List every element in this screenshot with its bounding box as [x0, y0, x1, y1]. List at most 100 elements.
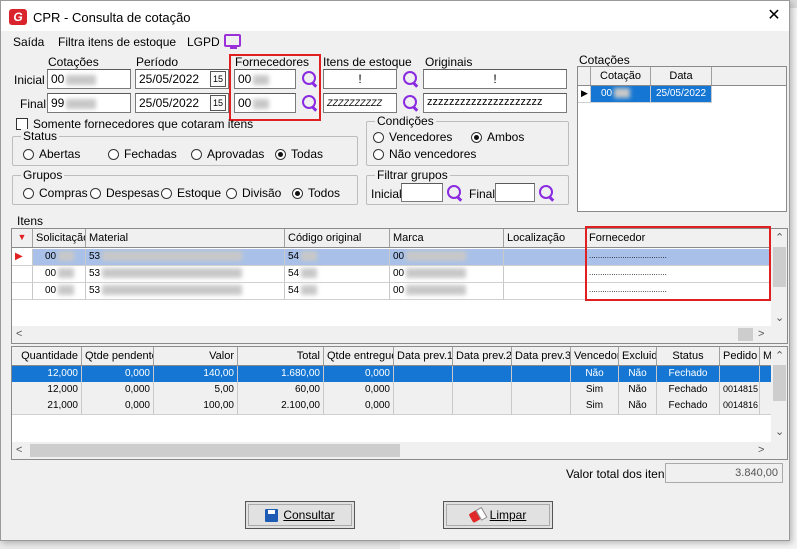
radio-todos[interactable]: Todos [292, 186, 340, 200]
scroll-left-icon: < [16, 328, 23, 340]
table-row[interactable]: 21,000 0,000 100,00 2.100,00 0,000 Sim N… [12, 398, 772, 415]
radio-todas[interactable]: Todas [275, 147, 323, 161]
scroll-down-icon: ⌄ [775, 426, 785, 438]
monitor-icon[interactable] [224, 34, 241, 49]
header-marca[interactable]: Marca [390, 229, 504, 247]
grupos-title: Grupos [21, 168, 65, 182]
label-cotacoes: Cotações [48, 55, 99, 69]
label-final: Final [20, 97, 47, 111]
header-data-prev-1[interactable]: Data prev.1 [394, 347, 453, 365]
header-status[interactable]: Status [657, 347, 720, 365]
table-row[interactable]: 12,000 0,000 5,00 60,00 0,000 Sim Não Fe… [12, 382, 772, 399]
search-icon[interactable] [402, 70, 420, 88]
header-cotacao[interactable]: Cotação [591, 67, 651, 85]
window-title: CPR - Consulta de cotação [33, 10, 191, 25]
radio-nao-vencedores[interactable]: Não vencedores [373, 147, 476, 161]
title-bar: G CPR - Consulta de cotação ✕ [1, 1, 789, 31]
scroll-thumb [773, 247, 786, 287]
detalhes-grid: Quantidade Qtde pendente Valor Total Qtd… [11, 346, 788, 460]
radio-compras[interactable]: Compras [23, 186, 88, 200]
condicoes-group: Condições Vencedores Ambos Não vencedore… [366, 114, 569, 166]
detalhes-header: Quantidade Qtde pendente Valor Total Qtd… [12, 347, 772, 366]
cotacao-row[interactable]: ▶ 00 25/05/2022 [578, 86, 712, 103]
scroll-right-icon: > [758, 328, 765, 340]
header-total[interactable]: Total [238, 347, 324, 365]
valor-total-field: 3.840,00 [665, 463, 783, 483]
cotacao-inicial-input[interactable]: 00 [47, 69, 131, 89]
cotacoes-grid: Cotação Data ▶ 00 25/05/2022 [577, 66, 787, 212]
header-codigo-original[interactable]: Código original [285, 229, 390, 247]
scroll-up-icon: ⌃ [775, 232, 785, 244]
header-vencedor[interactable]: Vencedor [571, 347, 619, 365]
grupo-inicial-input[interactable] [401, 183, 443, 202]
radio-fechadas[interactable]: Fechadas [108, 147, 177, 161]
header-data-prev-3[interactable]: Data prev.3 [512, 347, 571, 365]
highlight-fornecedores [229, 54, 321, 121]
header-qtde-pendente[interactable]: Qtde pendente [82, 347, 154, 365]
menu-filtra-itens-estoque[interactable]: Filtra itens de estoque [58, 35, 176, 49]
radio-despesas[interactable]: Despesas [90, 186, 159, 200]
filtrar-inicial-label: Inicial [371, 187, 402, 201]
header-quantidade[interactable]: Quantidade [12, 347, 82, 365]
row-pointer-icon: ▶ [578, 86, 591, 103]
scroll-right-icon: > [758, 444, 765, 456]
status-title: Status [21, 129, 60, 143]
detalhes-vertical-scrollbar[interactable]: ⌃ ⌄ [771, 347, 787, 459]
scroll-left-icon: < [16, 444, 23, 456]
close-button[interactable]: ✕ [763, 5, 785, 27]
sort-arrow-icon[interactable]: ▼ [12, 229, 33, 247]
search-icon[interactable] [538, 184, 556, 202]
menu-saida[interactable]: Saída [13, 35, 44, 49]
label-originais: Originais [425, 55, 473, 69]
original-final-input[interactable]: zzzzzzzzzzzzzzzzzzzzz [423, 93, 567, 113]
condicoes-title: Condições [375, 114, 436, 128]
radio-estoque[interactable]: Estoque [161, 186, 221, 200]
header-excluido[interactable]: Excluido [619, 347, 657, 365]
detalhes-horizontal-scrollbar[interactable]: < > [12, 442, 771, 459]
label-itens-estoque: Itens de estoque [323, 55, 412, 69]
scroll-up-icon: ⌃ [775, 350, 785, 362]
calendar-icon[interactable]: 15 [210, 71, 226, 87]
header-data-prev-2[interactable]: Data prev.2 [453, 347, 512, 365]
itens-vertical-scrollbar[interactable]: ⌃ ⌄ [771, 229, 787, 343]
header-pedido[interactable]: Pedido [720, 347, 760, 365]
dialog-window: G CPR - Consulta de cotação ✕ Saída Filt… [0, 0, 790, 541]
itens-horizontal-scrollbar[interactable]: < > [12, 326, 771, 343]
radio-abertas[interactable]: Abertas [23, 147, 80, 161]
menu-lgpd[interactable]: LGPD [187, 35, 220, 49]
filtrar-grupos-group: Filtrar grupos Inicial Final [366, 168, 569, 205]
menu-bar: Saída Filtra itens de estoque LGPD [1, 31, 789, 53]
search-icon[interactable] [402, 94, 420, 112]
header-qtde-entregue[interactable]: Qtde entregue [324, 347, 394, 365]
header-localizacao[interactable]: Localização [504, 229, 586, 247]
scroll-thumb [30, 444, 400, 457]
table-row[interactable]: 12,000 0,000 140,00 1.680,00 0,000 Não N… [12, 366, 772, 383]
itens-title: Itens [17, 214, 44, 228]
grupo-final-input[interactable] [495, 183, 535, 202]
row-pointer-icon: ▶ [12, 249, 33, 266]
header-data[interactable]: Data [651, 67, 712, 85]
radio-ambos[interactable]: Ambos [471, 130, 524, 144]
limpar-button[interactable]: Limpar [443, 501, 553, 529]
scroll-thumb [773, 365, 786, 401]
search-icon[interactable] [446, 184, 464, 202]
header-solicitacao[interactable]: Solicitação [33, 229, 86, 247]
radio-divisao[interactable]: Divisão [226, 186, 281, 200]
header-valor[interactable]: Valor [154, 347, 238, 365]
original-inicial-input[interactable]: ! [423, 69, 567, 89]
calendar-icon[interactable]: 15 [210, 95, 226, 111]
item-inicial-input[interactable]: ! [323, 69, 397, 89]
app-logo-icon: G [9, 9, 27, 25]
scroll-thumb [738, 328, 753, 341]
label-inicial: Inicial [14, 73, 45, 87]
filtrar-final-label: Final [469, 187, 496, 201]
header-material[interactable]: Material [86, 229, 285, 247]
item-final-input[interactable]: ZZZZZZZZZZ [323, 93, 397, 113]
cotacao-final-input[interactable]: 99 [47, 93, 131, 113]
radio-aprovadas[interactable]: Aprovadas [191, 147, 264, 161]
consultar-button[interactable]: Consultar [245, 501, 355, 529]
filtrar-grupos-title: Filtrar grupos [375, 168, 450, 182]
save-icon [265, 508, 279, 522]
radio-vencedores[interactable]: Vencedores [373, 130, 452, 144]
highlight-fornecedor-column [585, 226, 771, 301]
